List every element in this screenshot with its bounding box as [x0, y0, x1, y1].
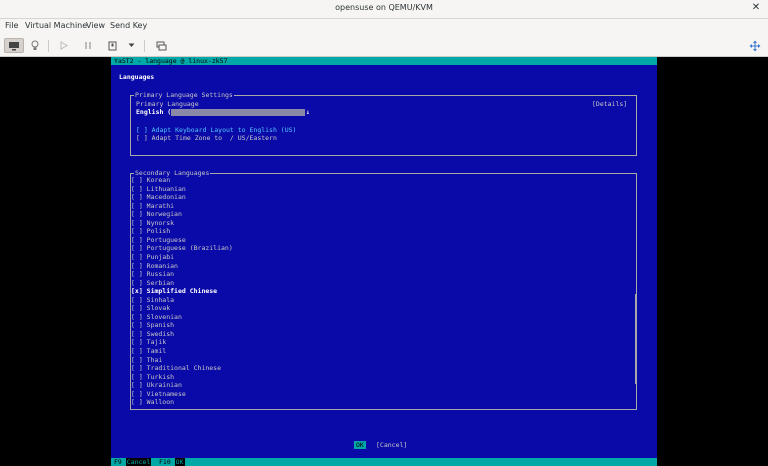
screenshot-icon[interactable]: [154, 38, 168, 53]
window-titlebar: opensuse on QEMU/KVM ✕: [0, 0, 768, 19]
language-checkbox-item[interactable]: [ ] Norwegian: [131, 210, 182, 218]
language-checkbox-item[interactable]: [ ] Slovak: [131, 304, 170, 312]
combo-arrow-icon[interactable]: ↓: [306, 108, 310, 116]
toolbar: [0, 35, 768, 57]
language-checkbox-item[interactable]: [ ] Swedish: [131, 330, 174, 338]
primary-language-label: Primary Language: [136, 100, 199, 108]
language-checkbox-item[interactable]: [ ] Tajik: [131, 338, 166, 346]
language-checkbox-item[interactable]: [ ] Sinhala: [131, 296, 174, 304]
function-key-bar: F9 Cancel F10 OK: [111, 458, 657, 466]
menu-view[interactable]: View: [86, 21, 105, 30]
vm-console[interactable]: YaST2 - language @ linux-zk57 Languages …: [111, 57, 657, 466]
power-icon[interactable]: [106, 38, 118, 53]
primary-frame-label: Primary Language Settings: [134, 91, 234, 99]
language-checkbox-item[interactable]: [ ] Korean: [131, 176, 170, 184]
language-checkbox-item[interactable]: [ ] Macedonian: [131, 193, 186, 201]
language-checkbox-item[interactable]: [ ] Thai: [131, 356, 162, 364]
fkey-ok[interactable]: F10 OK: [159, 458, 185, 466]
console-header-bar: YaST2 - language @ linux-zk57: [111, 57, 657, 65]
language-checkbox-item[interactable]: [ ] Walloon: [131, 398, 174, 406]
language-checkbox-item[interactable]: [ ] Lithuanian: [131, 185, 186, 193]
language-checkbox-item[interactable]: [ ] Turkish: [131, 373, 174, 381]
fkey-cancel-label: Cancel: [125, 458, 152, 466]
language-checkbox-item[interactable]: [ ] Tamil: [131, 347, 166, 355]
play-icon[interactable]: [58, 38, 70, 53]
language-checkbox-item[interactable]: [ ] Portuguese: [131, 236, 186, 244]
fkey-cancel[interactable]: F9 Cancel: [114, 458, 152, 466]
language-checkbox-item[interactable]: [ ] Traditional Chinese: [131, 364, 221, 372]
details-button[interactable]: [Details]: [592, 100, 627, 108]
language-checkbox-item[interactable]: [ ] Ukrainian: [131, 381, 182, 389]
language-checkbox-item[interactable]: [ ] Vietnamese: [131, 390, 186, 398]
language-checkbox-item[interactable]: [ ] Spanish: [131, 321, 174, 329]
resize-icon[interactable]: [748, 38, 762, 53]
language-checkbox-item[interactable]: [ ] Punjabi: [131, 253, 174, 261]
language-checkbox-item[interactable]: [ ] Romanian: [131, 262, 178, 270]
language-checkbox-item[interactable]: [ ] Portuguese (Brazilian): [131, 244, 233, 252]
language-checkbox-item[interactable]: [ ] Polish: [131, 227, 170, 235]
pause-icon[interactable]: [82, 38, 94, 53]
list-scrollbar[interactable]: [635, 294, 636, 384]
ok-button[interactable]: OK: [354, 441, 366, 449]
fkey-cancel-key: F9: [114, 458, 122, 466]
lightbulb-icon[interactable]: [28, 38, 42, 53]
menu-file[interactable]: File: [5, 21, 18, 30]
cancel-button[interactable]: [Cancel]: [376, 441, 407, 449]
language-checkbox-item[interactable]: [ ] Slovenian: [131, 313, 182, 321]
window-title: opensuse on QEMU/KVM: [335, 3, 433, 12]
close-icon[interactable]: ✕: [750, 2, 762, 14]
adapt-keyboard-checkbox[interactable]: [ ] Adapt Keyboard Layout to English (US…: [136, 126, 296, 134]
language-checkbox-item[interactable]: [ ] Marathi: [131, 202, 174, 210]
menu-bar: File Virtual Machine View Send Key: [0, 19, 768, 35]
monitor-icon[interactable]: [4, 38, 24, 53]
menu-virtual-machine[interactable]: Virtual Machine: [25, 21, 87, 30]
dialog-heading: Languages: [119, 73, 155, 81]
menu-send-key[interactable]: Send Key: [110, 21, 147, 30]
primary-language-combo[interactable]: [171, 109, 305, 116]
language-checkbox-item[interactable]: [ ] Russian: [131, 270, 174, 278]
language-checkbox-item[interactable]: [x] Simplified Chinese: [131, 287, 217, 295]
language-checkbox-item[interactable]: [ ] Serbian: [131, 279, 174, 287]
adapt-timezone-checkbox[interactable]: [ ] Adapt Time Zone to / US/Eastern: [136, 134, 277, 142]
fkey-ok-key: F10: [159, 458, 171, 466]
chevron-down-icon[interactable]: [126, 38, 136, 53]
language-checkbox-item[interactable]: [ ] Nynorsk: [131, 219, 174, 227]
console-header-text: YaST2 - language @ linux-zk57: [114, 57, 228, 65]
fkey-ok-label: OK: [174, 458, 185, 466]
